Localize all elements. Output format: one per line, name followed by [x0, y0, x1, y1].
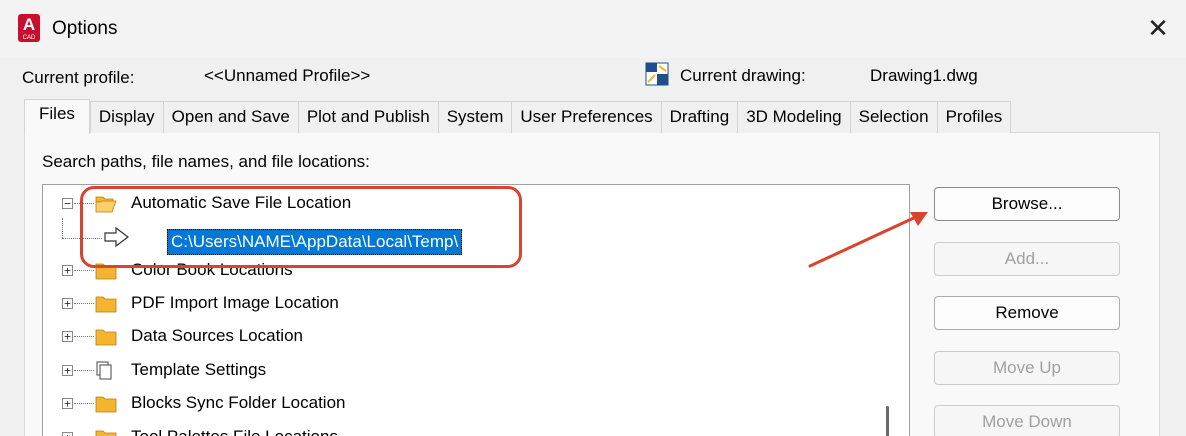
move-down-button[interactable]: Move Down	[934, 405, 1120, 436]
remove-button[interactable]: Remove	[934, 296, 1120, 330]
tree-item-tool-palettes[interactable]: + Tool Palettes File Locations	[43, 424, 903, 436]
tab-profiles[interactable]: Profiles	[937, 101, 1012, 133]
tree-item-label: Data Sources Location	[131, 326, 303, 345]
tree-item-blocks-sync[interactable]: + Blocks Sync Folder Location	[43, 390, 903, 420]
expand-icon[interactable]: +	[62, 331, 73, 342]
browse-button[interactable]: Browse...	[934, 187, 1120, 221]
collapse-icon[interactable]: −	[62, 198, 73, 209]
current-profile-value: <<Unnamed Profile>>	[204, 66, 371, 85]
annotation-highlight-box	[80, 186, 522, 268]
tree-item-data-sources[interactable]: + Data Sources Location	[43, 323, 903, 353]
tree-connector	[62, 218, 63, 238]
tab-3d-modeling[interactable]: 3D Modeling	[738, 101, 851, 133]
tree-item-pdf-import[interactable]: + PDF Import Image Location	[43, 290, 903, 320]
tree-connector	[74, 336, 94, 337]
expand-icon[interactable]: +	[62, 398, 73, 409]
current-drawing-value: Drawing1.dwg	[870, 66, 978, 85]
tab-display[interactable]: Display	[89, 101, 164, 133]
folder-icon	[95, 396, 117, 413]
tree-item-label: Template Settings	[131, 360, 267, 379]
current-profile-label: Current profile:	[22, 68, 135, 87]
tab-open-and-save[interactable]: Open and Save	[163, 101, 299, 133]
tree-scrollbar-thumb[interactable]	[886, 406, 889, 436]
expand-icon[interactable]: +	[62, 365, 73, 376]
tab-drafting[interactable]: Drafting	[661, 101, 739, 133]
add-button[interactable]: Add...	[934, 242, 1120, 276]
expand-icon[interactable]: +	[62, 298, 73, 309]
drawing-icon	[645, 62, 669, 86]
tab-plot-and-publish[interactable]: Plot and Publish	[298, 101, 439, 133]
tree-connector	[74, 303, 94, 304]
close-icon[interactable]: ✕	[1144, 14, 1172, 42]
expand-icon[interactable]: +	[62, 265, 73, 276]
title-bar: A CAD Options ✕	[0, 0, 1186, 58]
annotation-arrow	[808, 212, 928, 268]
tree-item-label: PDF Import Image Location	[131, 293, 339, 312]
tree-connector	[74, 370, 94, 371]
folder-icon	[95, 296, 117, 313]
folder-icon	[95, 430, 117, 436]
search-paths-caption: Search paths, file names, and file locat…	[42, 152, 370, 171]
tree-item-template-settings[interactable]: + Template Settings	[43, 357, 903, 387]
expand-icon[interactable]: +	[62, 432, 73, 436]
tab-files[interactable]: Files	[24, 99, 90, 134]
tree-connector	[74, 270, 94, 271]
tab-selection[interactable]: Selection	[850, 101, 938, 133]
stacked-pages-icon	[96, 361, 112, 380]
move-up-button[interactable]: Move Up	[934, 351, 1120, 385]
tree-item-label: Tool Palettes File Locations	[131, 427, 338, 436]
tab-user-preferences[interactable]: User Preferences	[512, 101, 662, 133]
options-tab-strip: Files Display Open and Save Plot and Pub…	[24, 99, 1012, 134]
tree-item-label: Blocks Sync Folder Location	[131, 393, 346, 412]
tab-system[interactable]: System	[438, 101, 513, 133]
autocad-app-icon: A CAD	[18, 14, 40, 42]
tree-connector	[74, 403, 94, 404]
current-drawing-label: Current drawing:	[680, 66, 806, 85]
window-title: Options	[52, 18, 118, 39]
folder-icon	[95, 329, 117, 346]
